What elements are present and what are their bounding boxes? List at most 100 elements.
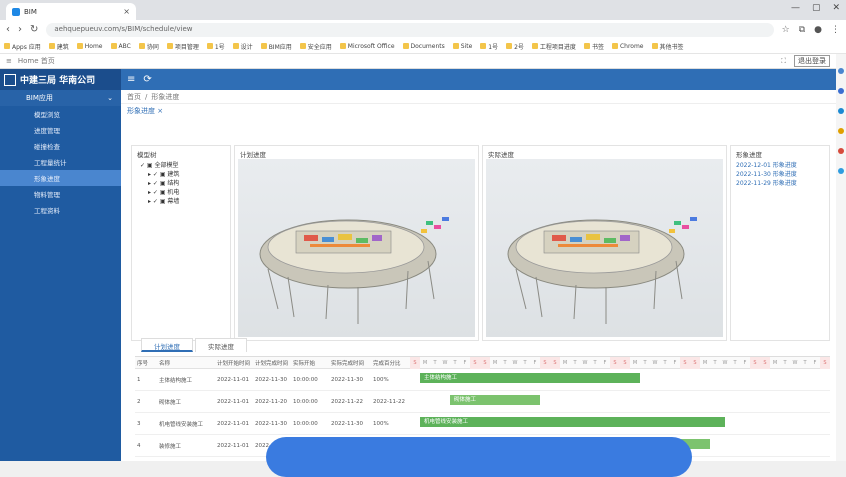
tree-root[interactable]: ✓ ▣ 全部模型 bbox=[140, 161, 222, 170]
actual-model-viewer[interactable] bbox=[486, 159, 723, 337]
tree-node[interactable]: ▸ ✓ ▣ 幕墙 bbox=[140, 197, 222, 206]
sidebar-item[interactable]: 模型浏览 bbox=[0, 106, 121, 122]
close-window-button[interactable]: ✕ bbox=[832, 3, 840, 13]
gantt-bar[interactable]: 主体结构施工 bbox=[420, 373, 640, 383]
url-field[interactable]: aehquepueuv.com/s/BIM/schedule/view bbox=[46, 22, 774, 37]
rail-shopping-icon[interactable] bbox=[838, 88, 844, 94]
sidebar-item[interactable]: 形象进度 bbox=[0, 170, 121, 186]
extension-icon[interactable]: ⧉ bbox=[799, 25, 805, 35]
sidebar-item[interactable]: 进度管理 bbox=[0, 122, 121, 138]
gantt-day-label: T bbox=[593, 360, 597, 366]
gantt-bar[interactable]: 机电管线安装施工 bbox=[420, 417, 725, 427]
gantt-day-label: W bbox=[722, 360, 728, 366]
folder-icon bbox=[402, 43, 409, 49]
rail-office-icon[interactable] bbox=[838, 148, 844, 154]
bookmark-item[interactable]: 项目管理 bbox=[166, 42, 199, 51]
history-link[interactable]: 2022-12-01 形象进度 bbox=[736, 161, 824, 170]
page-tab-label: 形象进度 × bbox=[127, 107, 164, 115]
sidebar-item[interactable]: 工程资料 bbox=[0, 202, 121, 218]
menu-icon[interactable]: ⋮ bbox=[831, 25, 840, 35]
secondary-home-link[interactable]: Home 首页 bbox=[18, 56, 55, 66]
browser-tab-strip: BIM × — ▢ ✕ bbox=[0, 0, 846, 20]
gantt-cell: 10:00:00 bbox=[293, 376, 318, 383]
maximize-button[interactable]: ▢ bbox=[812, 3, 821, 13]
gantt-cell: 2022-11-22 bbox=[331, 398, 363, 405]
tree-node[interactable]: ▸ ✓ ▣ 结构 bbox=[140, 179, 222, 188]
gantt-bar[interactable]: 砌体施工 bbox=[450, 395, 540, 405]
hamburger-icon[interactable]: ≡ bbox=[127, 74, 135, 85]
bookmark-label: 项目管理 bbox=[174, 43, 199, 51]
table-row[interactable]: 1 主体结构施工 2022-11-01 2022-11-30 10:00:00 2022-… bbox=[135, 369, 830, 391]
bookmark-item[interactable]: 建筑 bbox=[48, 42, 69, 51]
gantt-cell: 2022-11-01 bbox=[217, 376, 249, 383]
browser-tab[interactable]: BIM × bbox=[6, 3, 136, 20]
tab-actual[interactable]: 实际进度 bbox=[195, 338, 247, 352]
folder-icon bbox=[206, 43, 213, 49]
sidebar-group[interactable]: BIM应用 ⌄ bbox=[0, 90, 121, 106]
bookmark-item[interactable]: 其他书签 bbox=[651, 42, 684, 51]
gantt-day-label: W bbox=[442, 360, 448, 366]
bookmark-item[interactable]: 1号 bbox=[480, 42, 498, 51]
folder-icon bbox=[583, 43, 590, 49]
bookmark-item[interactable]: ABC bbox=[110, 43, 131, 50]
profile-icon[interactable]: ● bbox=[814, 25, 822, 35]
tree-panel: 模型树 ✓ ▣ 全部模型 ▸ ✓ ▣ 建筑 ▸ ✓ ▣ 结构 ▸ ✓ ▣ 机电 ▸ ✓… bbox=[131, 145, 231, 341]
table-row[interactable]: 3 机电管线安装施工 2022-11-01 2022-11-30 10:00:00 202… bbox=[135, 413, 830, 435]
breadcrumb-home[interactable]: 首页 bbox=[127, 92, 141, 102]
bookmark-item[interactable]: 2号 bbox=[506, 42, 524, 51]
star-icon[interactable]: ☆ bbox=[782, 25, 790, 35]
sidebar-item[interactable]: 碰撞检查 bbox=[0, 138, 121, 154]
fullscreen-icon[interactable]: ⛶ bbox=[781, 57, 786, 66]
rail-search-icon[interactable] bbox=[838, 68, 844, 74]
forward-icon[interactable]: › bbox=[18, 24, 22, 35]
sidebar-item[interactable]: 工程量统计 bbox=[0, 154, 121, 170]
tab-planned[interactable]: 计划进度 bbox=[141, 338, 193, 352]
bookmark-label: 协同 bbox=[146, 43, 159, 51]
breadcrumb: 首页 / 形象进度 bbox=[121, 90, 836, 104]
planned-model-viewer[interactable] bbox=[238, 159, 475, 337]
menu-toggle-icon[interactable]: ≡ bbox=[6, 57, 12, 65]
table-row[interactable]: 2 砌体施工 2022-11-01 2022-11-20 10:00:00 2022-11… bbox=[135, 391, 830, 413]
gantt-cell: 2022-11-01 bbox=[217, 398, 249, 405]
logout-button[interactable]: 退出登录 bbox=[794, 55, 830, 67]
refresh-icon[interactable]: ⟳ bbox=[143, 74, 151, 85]
rail-tools-icon[interactable] bbox=[838, 108, 844, 114]
folder-icon bbox=[611, 43, 618, 49]
tree-node[interactable]: ▸ ✓ ▣ 机电 bbox=[140, 188, 222, 197]
bookmark-item[interactable]: Chrome bbox=[611, 42, 644, 50]
planned-panel: 计划进度 bbox=[234, 145, 479, 341]
gantt-day-label: F bbox=[813, 360, 817, 366]
rail-games-icon[interactable] bbox=[838, 128, 844, 134]
gantt-day-label: F bbox=[743, 360, 747, 366]
bookmark-item[interactable]: 工程项目进度 bbox=[531, 42, 576, 51]
bookmark-item[interactable]: 安全应用 bbox=[299, 42, 332, 51]
bookmark-label: Chrome bbox=[619, 42, 644, 50]
history-link[interactable]: 2022-11-30 形象进度 bbox=[736, 170, 824, 179]
bookmark-item[interactable]: BIM应用 bbox=[260, 42, 292, 51]
tree-node[interactable]: ▸ ✓ ▣ 建筑 bbox=[140, 170, 222, 179]
tab-close-icon[interactable]: × bbox=[123, 7, 130, 16]
bookmark-item[interactable]: 设计 bbox=[232, 42, 253, 51]
bookmark-item[interactable]: Home bbox=[76, 43, 103, 50]
bookmark-item[interactable]: Apps 应用 bbox=[4, 42, 41, 51]
folder-icon bbox=[260, 43, 267, 49]
folder-icon bbox=[480, 43, 487, 49]
bookmark-item[interactable]: Documents bbox=[402, 43, 445, 50]
bookmark-label: 1号 bbox=[488, 43, 499, 51]
history-link[interactable]: 2022-11-29 形象进度 bbox=[736, 179, 824, 188]
bookmark-item[interactable]: Site bbox=[452, 43, 472, 50]
reload-icon[interactable]: ↻ bbox=[30, 24, 38, 35]
folder-icon bbox=[48, 43, 55, 49]
bookmark-item[interactable]: 1号 bbox=[206, 42, 225, 51]
folder-icon bbox=[452, 43, 459, 49]
back-icon[interactable]: ‹ bbox=[6, 24, 10, 35]
bookmark-item[interactable]: Microsoft Office bbox=[339, 43, 395, 50]
bookmark-item[interactable]: 书签 bbox=[583, 42, 604, 51]
sidebar-item[interactable]: 物料管理 bbox=[0, 186, 121, 202]
rail-outlook-icon[interactable] bbox=[838, 168, 844, 174]
page-tab[interactable]: 形象进度 × bbox=[121, 104, 836, 118]
minimize-button[interactable]: — bbox=[791, 3, 800, 13]
bookmark-item[interactable]: 协同 bbox=[138, 42, 159, 51]
app-header: 中建三局 华南公司 ≡ ⟳ bbox=[0, 69, 836, 90]
gantt-day-label: S bbox=[750, 357, 760, 369]
